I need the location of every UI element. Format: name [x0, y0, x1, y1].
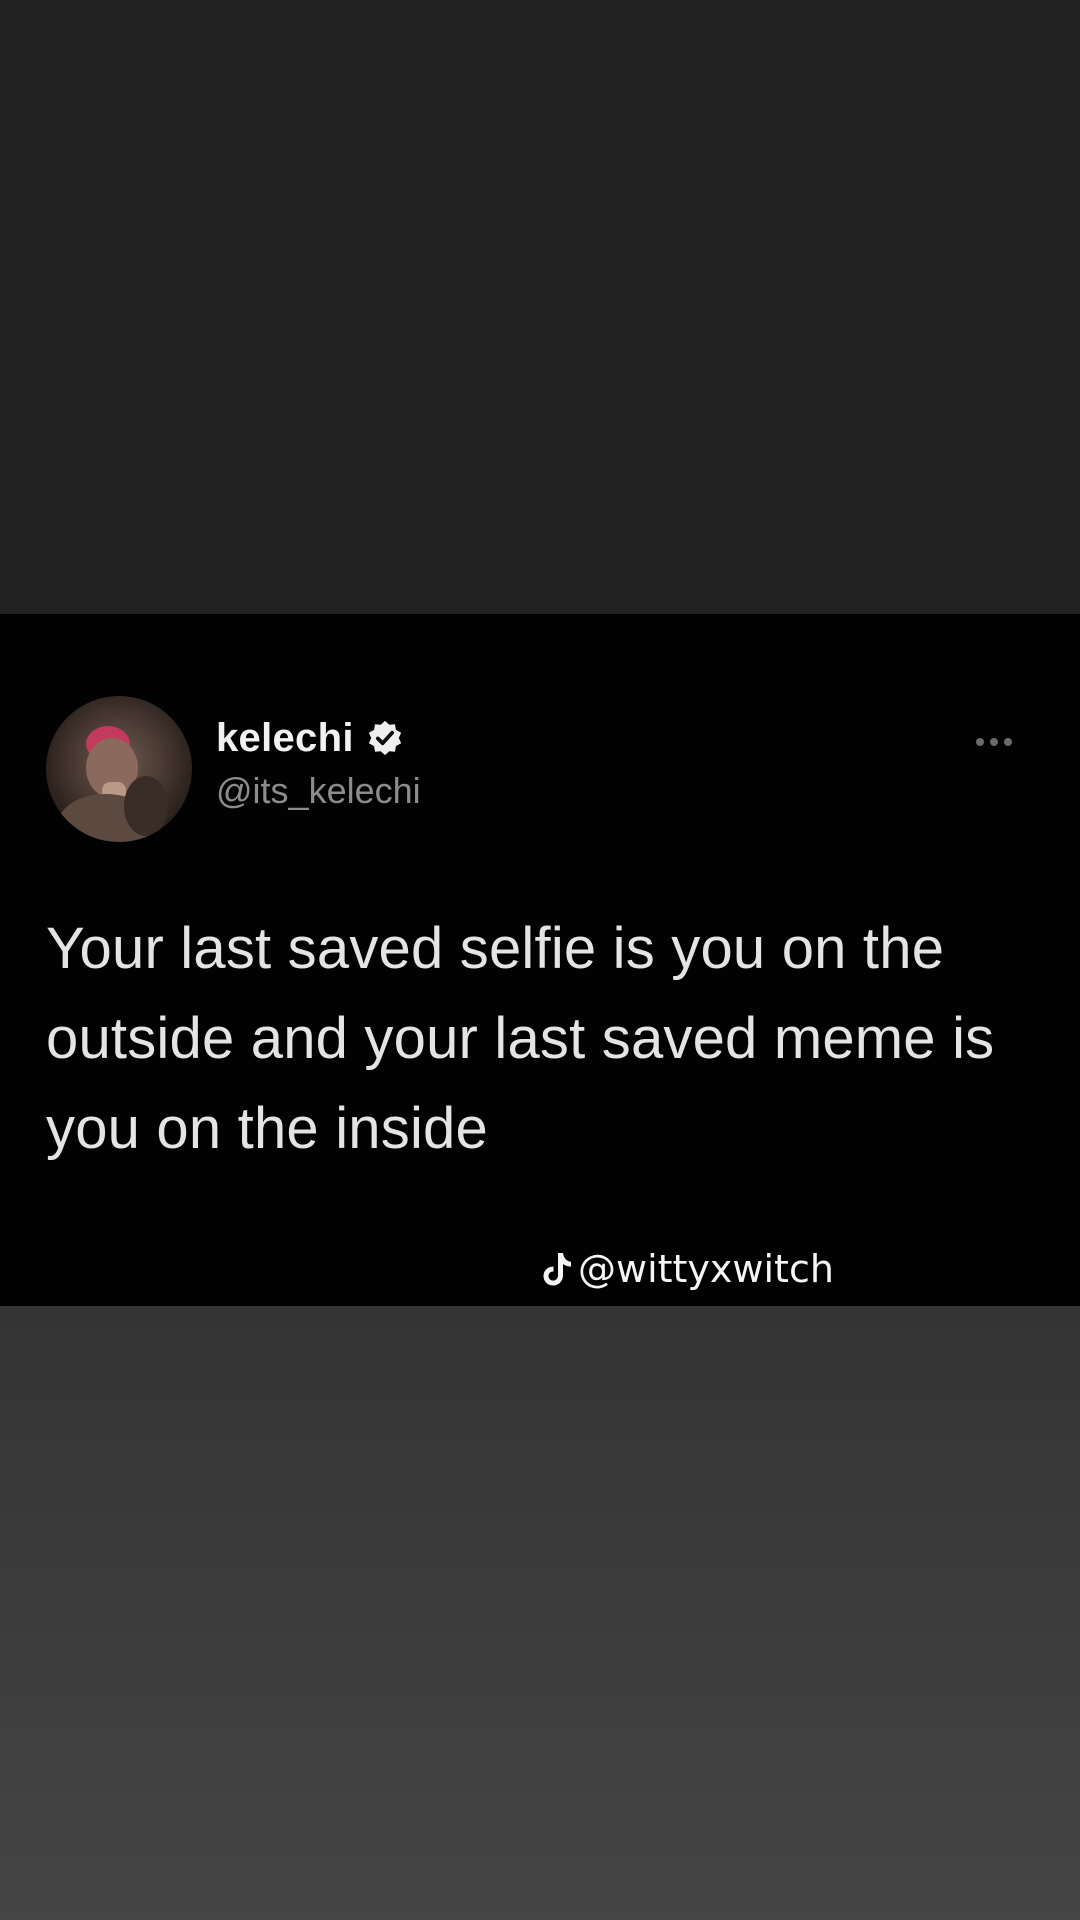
- more-options-icon[interactable]: [976, 738, 1012, 746]
- verified-badge-icon: [368, 720, 401, 756]
- display-name[interactable]: kelechi: [216, 716, 354, 761]
- tiktok-icon: [543, 1253, 571, 1286]
- user-info: kelechi @its_kelechi: [216, 714, 421, 812]
- watermark: @wittyxwitch: [540, 1244, 834, 1294]
- watermark-username: @wittyxwitch: [578, 1247, 834, 1291]
- bottom-background: [0, 1306, 1080, 1920]
- display-name-row: kelechi: [216, 714, 421, 762]
- user-handle[interactable]: @its_kelechi: [216, 770, 421, 812]
- avatar-photo-icon: [58, 726, 168, 842]
- avatar[interactable]: [46, 696, 192, 842]
- top-background: [0, 0, 1080, 614]
- tweet-text: Your last saved selfie is you on the out…: [46, 916, 995, 1161]
- tweet-card: kelechi @its_kelechi Your last saved sel…: [0, 614, 1080, 1306]
